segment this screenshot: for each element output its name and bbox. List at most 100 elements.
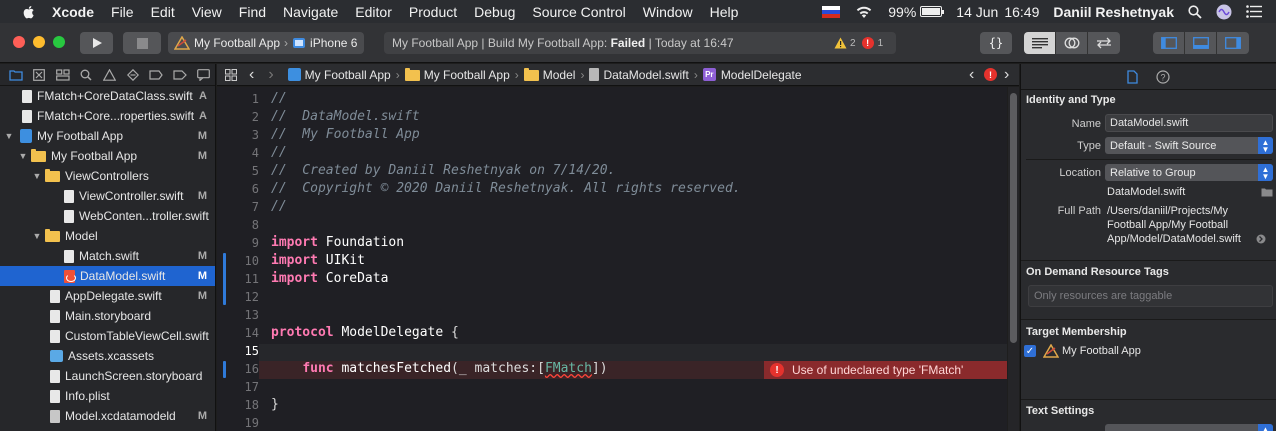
folder-icon (45, 169, 60, 182)
panel-toggle-control[interactable] (1153, 32, 1249, 54)
tree-item[interactable]: CustomTableViewCell.swift (0, 326, 215, 346)
tree-item-group[interactable]: ▼ ViewControllers (0, 166, 215, 186)
choose-folder-icon[interactable] (1261, 187, 1273, 197)
menu-debug[interactable]: Debug (474, 4, 515, 20)
source-control-tab-icon[interactable] (27, 68, 50, 81)
report-tab-icon[interactable] (192, 68, 215, 81)
find-tab-icon[interactable] (74, 69, 97, 81)
next-issue-chevron-icon[interactable]: › (1004, 66, 1009, 84)
close-window-button[interactable] (13, 36, 25, 48)
standard-editor-button[interactable] (1024, 32, 1056, 54)
file-inspector-tab-icon[interactable] (1127, 69, 1138, 84)
tree-item[interactable]: AppDelegate.swift M (0, 286, 215, 306)
menu-navigate[interactable]: Navigate (283, 4, 338, 20)
tree-item[interactable]: Model.xcdatamodeld M (0, 406, 215, 426)
disclosure-triangle-icon[interactable]: ▼ (32, 231, 42, 241)
toggle-navigator-button[interactable] (1153, 32, 1185, 54)
tree-item[interactable]: LaunchScreen.storyboard (0, 366, 215, 386)
breadcrumb-symbol[interactable]: Pr ModelDelegate (702, 68, 802, 82)
menu-help[interactable]: Help (710, 4, 739, 20)
menu-source-control[interactable]: Source Control (532, 4, 625, 20)
toggle-inspector-button[interactable] (1217, 32, 1249, 54)
tree-item[interactable]: FMatch+Core...roperties.swift A (0, 106, 215, 126)
text-encoding-popup[interactable]: ▲▼ (1105, 424, 1273, 431)
menu-view[interactable]: View (192, 4, 222, 20)
activity-prefix: My Football App | Build My Football App: (392, 36, 611, 50)
tree-item-project[interactable]: ▼ My Football App M (0, 126, 215, 146)
zoom-window-button[interactable] (53, 36, 65, 48)
tree-item-selected[interactable]: DataModel.swift M (0, 266, 215, 286)
issue-error-icon[interactable]: ! (984, 68, 997, 81)
tree-item[interactable]: ViewController.swift M (0, 186, 215, 206)
minimize-window-button[interactable] (33, 36, 45, 48)
source-editor[interactable]: 1 2 3 4 5 6 7 8 9 10 11 12 13 14 15 16 1… (217, 87, 1007, 431)
scheme-device-label: iPhone 6 (310, 36, 358, 50)
menu-edit[interactable]: Edit (151, 4, 175, 20)
tree-item[interactable]: FMatch+CoreDataClass.swift A (0, 86, 215, 106)
version-editor-button[interactable] (1088, 32, 1120, 54)
menu-editor[interactable]: Editor (355, 4, 392, 20)
location-popup[interactable]: Relative to Group ▲ ▼ (1105, 164, 1273, 181)
debug-tab-icon[interactable] (145, 69, 168, 80)
input-source-flag-icon[interactable] (822, 5, 841, 18)
spotlight-search-icon[interactable] (1188, 4, 1202, 19)
menubar-time[interactable]: 16:49 (1004, 4, 1039, 20)
disclosure-triangle-icon[interactable]: ▼ (32, 171, 42, 181)
menu-find[interactable]: Find (239, 4, 266, 20)
tree-item[interactable]: Info.plist (0, 386, 215, 406)
breadcrumb-group[interactable]: My Football App (404, 67, 510, 82)
reveal-in-finder-arrow-icon[interactable] (1256, 234, 1266, 244)
menubar-user[interactable]: Daniil Reshetnyak (1053, 4, 1174, 20)
run-button[interactable] (80, 32, 113, 54)
apple-logo-icon[interactable] (20, 3, 38, 21)
library-button[interactable]: {} (980, 32, 1012, 54)
issue-tab-icon[interactable] (98, 68, 121, 81)
tree-item[interactable]: Match.swift M (0, 246, 215, 266)
breakpoint-tab-icon[interactable] (168, 69, 191, 80)
forward-chevron-icon[interactable]: › (268, 66, 273, 84)
tree-item-group[interactable]: ▼ My Football App M (0, 146, 215, 166)
symbol-tab-icon[interactable] (51, 68, 74, 81)
breadcrumb-model-group[interactable]: Model (523, 67, 575, 82)
tree-item[interactable]: WebConten...troller.swift (0, 206, 215, 226)
scheme-selector[interactable]: My Football App › iPhone 6 (168, 32, 364, 54)
assistant-editor-button[interactable] (1056, 32, 1088, 54)
toggle-debug-area-button[interactable] (1185, 32, 1217, 54)
help-inspector-tab-icon[interactable]: ? (1156, 69, 1170, 84)
wifi-icon[interactable] (854, 5, 874, 19)
target-membership-checkbox[interactable]: ✓ (1024, 345, 1036, 357)
breadcrumb-file[interactable]: DataModel.swift (589, 68, 689, 82)
siri-icon[interactable] (1216, 4, 1232, 20)
scrollbar-thumb[interactable] (1010, 93, 1017, 343)
menu-file[interactable]: File (111, 4, 134, 20)
line-number: 3 (251, 128, 259, 142)
breadcrumb-project[interactable]: My Football App (287, 68, 391, 82)
name-field[interactable]: DataModel.swift (1105, 114, 1273, 132)
identity-section-title: Identity and Type (1026, 94, 1116, 106)
notification-center-icon[interactable] (1246, 5, 1262, 18)
tree-item[interactable]: Main.storyboard (0, 306, 215, 326)
related-items-grid-icon[interactable] (225, 68, 237, 81)
tree-item-label: FMatch+CoreDataClass.swift (37, 89, 193, 103)
battery-icon[interactable] (920, 6, 945, 17)
type-popup[interactable]: Default - Swift Source ▲ ▼ (1105, 137, 1273, 154)
issue-badges[interactable]: 2 ! 1 (834, 37, 883, 49)
menu-product[interactable]: Product (409, 4, 457, 20)
disclosure-triangle-icon[interactable]: ▼ (4, 131, 14, 141)
line-number: 7 (251, 200, 259, 214)
menu-xcode[interactable]: Xcode (52, 4, 94, 20)
previous-issue-chevron-icon[interactable]: ‹ (969, 66, 974, 84)
folder-tab-icon[interactable] (4, 69, 27, 81)
error-annotation[interactable]: ! Use of undeclared type 'FMatch' (764, 361, 1007, 379)
menu-window[interactable]: Window (643, 4, 693, 20)
activity-viewer[interactable]: My Football App | Build My Football App:… (384, 32, 896, 54)
odr-tags-field[interactable]: Only resources are taggable (1028, 285, 1273, 307)
back-chevron-icon[interactable]: ‹ (249, 66, 254, 84)
stop-button[interactable] (123, 32, 161, 54)
editor-scrollbar[interactable] (1008, 87, 1019, 431)
test-tab-icon[interactable] (121, 68, 144, 81)
tree-item[interactable]: Assets.xcassets (0, 346, 215, 366)
disclosure-triangle-icon[interactable]: ▼ (18, 151, 28, 161)
editor-mode-control[interactable] (1024, 32, 1120, 54)
tree-item-group[interactable]: ▼ Model (0, 226, 215, 246)
